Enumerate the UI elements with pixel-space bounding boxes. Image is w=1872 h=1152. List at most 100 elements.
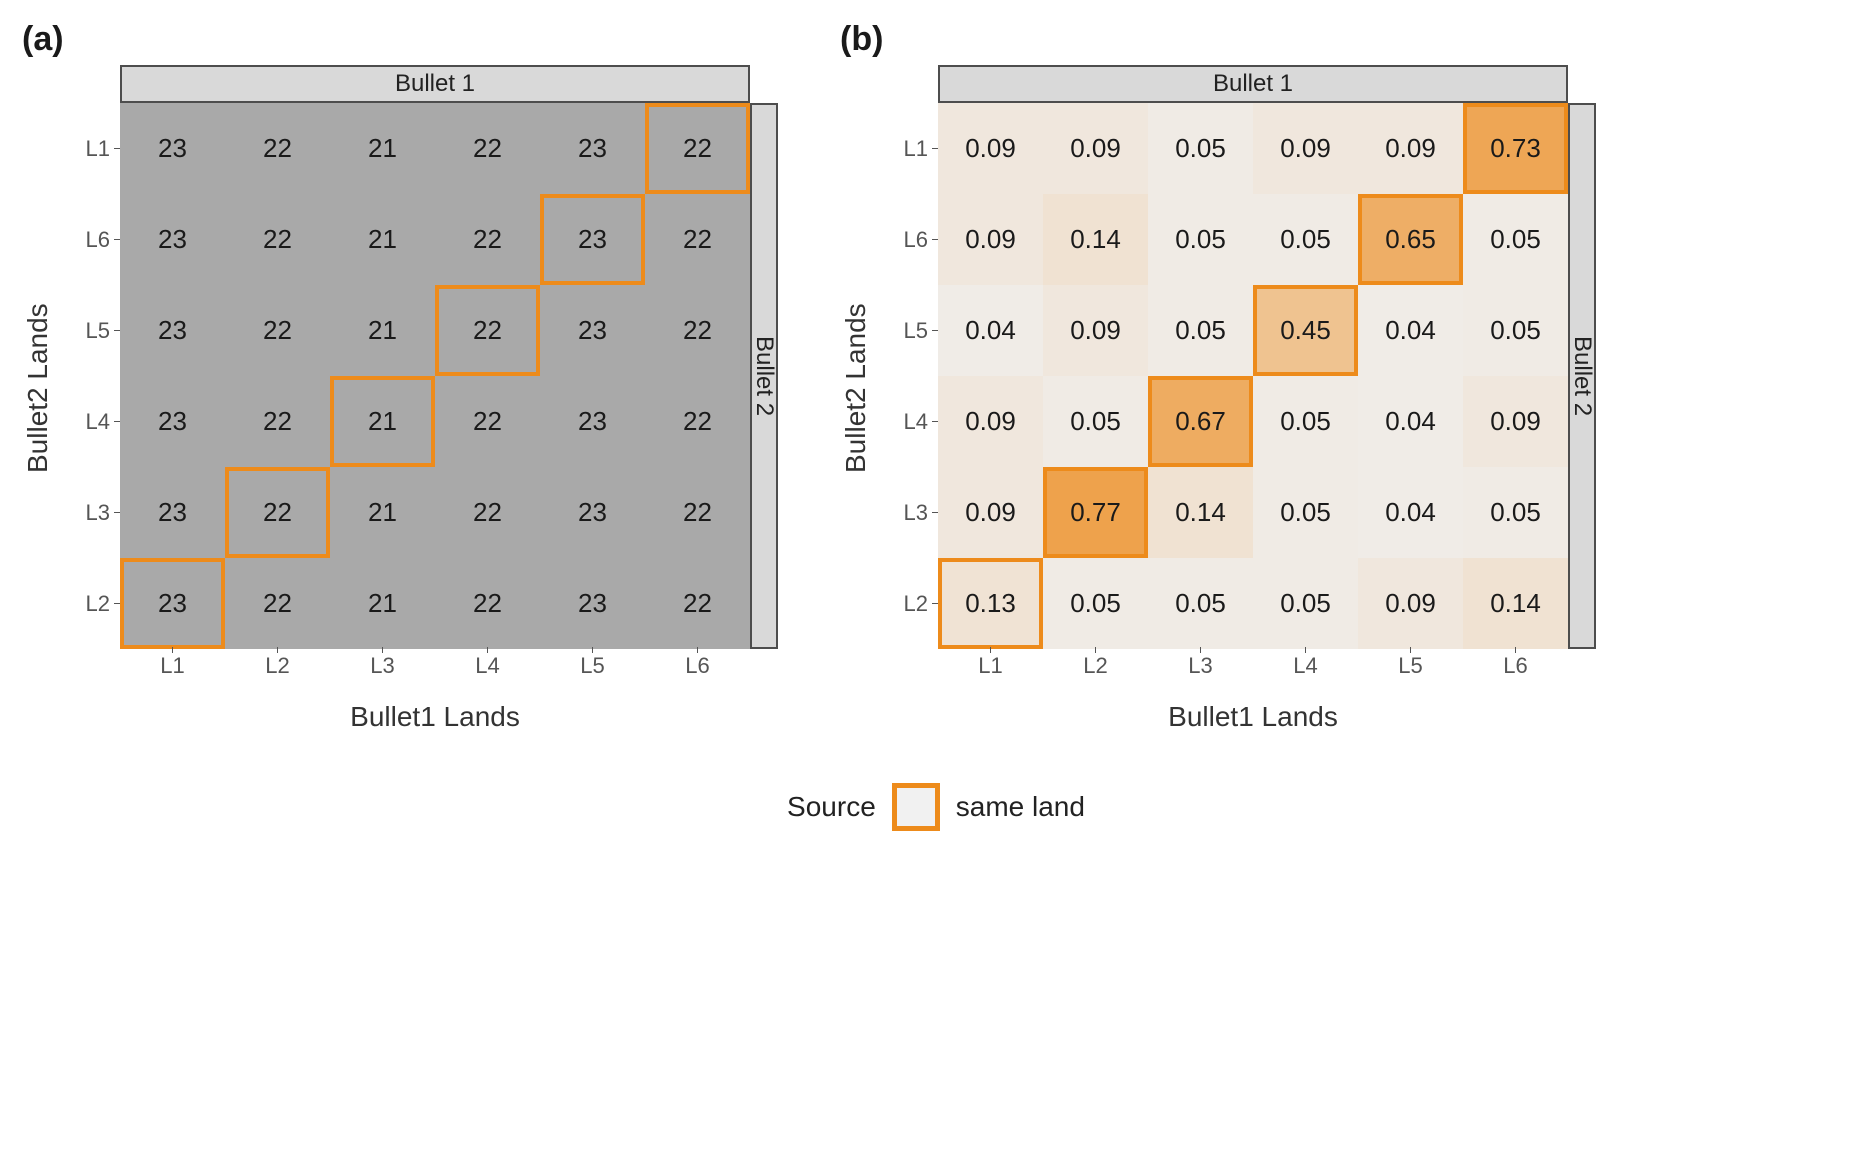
heatmap-cell: 0.05 (1253, 467, 1358, 558)
heatmap-cell: 0.77 (1043, 467, 1148, 558)
x-tick: L2 (225, 649, 330, 673)
heatmap-cell: 0.09 (1358, 103, 1463, 194)
heatmap-cell: 21 (330, 376, 435, 467)
heatmap-cell: 0.04 (1358, 285, 1463, 376)
heatmap-cell: 22 (435, 103, 540, 194)
y-ticks-a: L1 L6 L5 L4 L3 L2 (60, 103, 120, 649)
heatmap-cell: 0.09 (1253, 103, 1358, 194)
heatmap-cell: 22 (435, 285, 540, 376)
x-axis-title-b: Bullet1 Lands (878, 673, 1568, 733)
legend-key-box (892, 783, 940, 831)
x-ticks-b: L1 L2 L3 L4 L5 L6 (938, 649, 1568, 673)
panel-b: Bullet2 Lands Bullet 1 Bullet 2 L1 L6 L5… (838, 65, 1596, 733)
y-tick: L1 (60, 103, 120, 194)
heatmap-cell: 0.05 (1463, 467, 1568, 558)
heatmap-cell: 0.09 (938, 103, 1043, 194)
heatmap-cell: 22 (225, 558, 330, 649)
y-tick: L4 (60, 376, 120, 467)
heatmap-cell: 22 (645, 194, 750, 285)
heatmap-cell: 22 (645, 376, 750, 467)
heatmap-cell: 0.05 (1148, 558, 1253, 649)
heatmap-cell: 22 (225, 376, 330, 467)
heatmap-cell: 0.09 (1463, 376, 1568, 467)
x-tick: L2 (1043, 649, 1148, 673)
legend: Source same land (20, 763, 1852, 831)
figure: (a) Bullet2 Lands Bullet 1 Bullet 2 L1 L… (20, 20, 1852, 831)
heatmap-cell: 21 (330, 285, 435, 376)
heatmap-cell: 22 (225, 103, 330, 194)
heatmap-cell: 0.05 (1253, 376, 1358, 467)
heatmap-cell: 0.05 (1148, 285, 1253, 376)
strip-right-b: Bullet 2 (1568, 103, 1596, 649)
heatmap-cell: 0.05 (1148, 103, 1253, 194)
x-tick: L5 (540, 649, 645, 673)
heatmap-b: 0.090.090.050.090.090.730.090.140.050.05… (938, 103, 1568, 649)
panel-b-tag: (b) (838, 20, 1596, 59)
heatmap-cell: 0.05 (1253, 558, 1358, 649)
legend-item-label: same land (956, 791, 1085, 823)
plot-area-b: L1 L6 L5 L4 L3 L2 0.090.090.050.090.090.… (878, 103, 1568, 673)
heatmap-cell: 22 (645, 285, 750, 376)
x-tick: L6 (645, 649, 750, 673)
heatmap-cell: 0.73 (1463, 103, 1568, 194)
heatmap-cell: 23 (540, 376, 645, 467)
heatmap-cell: 22 (225, 194, 330, 285)
y-tick: L3 (878, 467, 938, 558)
heatmap-cell: 0.09 (938, 376, 1043, 467)
heatmap-cell: 23 (120, 194, 225, 285)
y-tick: L1 (878, 103, 938, 194)
heatmap-cell: 22 (645, 558, 750, 649)
y-ticks-b: L1 L6 L5 L4 L3 L2 (878, 103, 938, 649)
heatmap-cell: 0.05 (1253, 194, 1358, 285)
heatmap-cell: 0.09 (1358, 558, 1463, 649)
heatmap-cell: 23 (120, 103, 225, 194)
heatmap-cell: 23 (120, 558, 225, 649)
heatmap-cell: 23 (120, 467, 225, 558)
heatmap-cell: 0.14 (1148, 467, 1253, 558)
heatmap-cell: 0.04 (938, 285, 1043, 376)
heatmap-cell: 22 (435, 558, 540, 649)
heatmap-cell: 0.05 (1463, 194, 1568, 285)
x-axis-title-a: Bullet1 Lands (60, 673, 750, 733)
heatmap-cell: 21 (330, 467, 435, 558)
heatmap-cell: 23 (540, 467, 645, 558)
x-tick: L4 (1253, 649, 1358, 673)
x-tick: L1 (120, 649, 225, 673)
heatmap-cell: 22 (435, 194, 540, 285)
strip-top-a: Bullet 1 (120, 65, 750, 103)
heatmap-cell: 21 (330, 558, 435, 649)
heatmap-cell: 22 (225, 285, 330, 376)
heatmap-cell: 0.05 (1043, 376, 1148, 467)
y-tick: L2 (878, 558, 938, 649)
strip-top-b: Bullet 1 (938, 65, 1568, 103)
y-tick: L2 (60, 558, 120, 649)
heatmap-cell: 0.09 (938, 194, 1043, 285)
panel-a-wrap: (a) Bullet2 Lands Bullet 1 Bullet 2 L1 L… (20, 20, 778, 733)
heatmap-cell: 0.13 (938, 558, 1043, 649)
x-tick: L5 (1358, 649, 1463, 673)
heatmap-cell: 0.05 (1148, 194, 1253, 285)
x-ticks-a: L1 L2 L3 L4 L5 L6 (120, 649, 750, 673)
y-tick: L3 (60, 467, 120, 558)
heatmap-cell: 21 (330, 194, 435, 285)
heatmap-cell: 0.14 (1463, 558, 1568, 649)
y-tick: L5 (60, 285, 120, 376)
y-axis-title-b: Bullet2 Lands (838, 103, 874, 673)
heatmap-cell: 23 (540, 558, 645, 649)
heatmap-cell: 23 (540, 285, 645, 376)
panel-b-wrap: (b) Bullet2 Lands Bullet 1 Bullet 2 L1 L… (838, 20, 1596, 733)
heatmap-cell: 0.65 (1358, 194, 1463, 285)
heatmap-cell: 0.04 (1358, 376, 1463, 467)
heatmap-cell: 22 (435, 467, 540, 558)
y-tick: L6 (60, 194, 120, 285)
heatmap-cell: 0.14 (1043, 194, 1148, 285)
heatmap-cell: 21 (330, 103, 435, 194)
strip-right-a: Bullet 2 (750, 103, 778, 649)
heatmap-cell: 0.05 (1043, 558, 1148, 649)
heatmap-cell: 0.67 (1148, 376, 1253, 467)
heatmap-cell: 22 (435, 376, 540, 467)
y-tick: L6 (878, 194, 938, 285)
x-tick: L3 (1148, 649, 1253, 673)
x-tick: L3 (330, 649, 435, 673)
heatmap-cell: 0.05 (1463, 285, 1568, 376)
